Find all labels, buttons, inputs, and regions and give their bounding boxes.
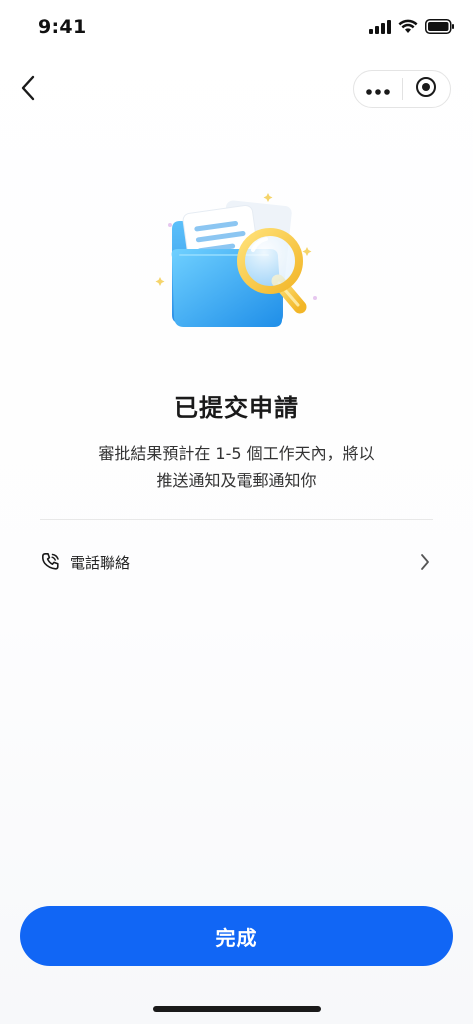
battery-icon <box>425 18 455 38</box>
status-icons <box>369 18 455 38</box>
target-circle-icon <box>415 76 437 102</box>
mini-program-capsule <box>353 70 451 108</box>
description-line-2: 推送通知及電郵通知你 <box>156 471 317 490</box>
back-button[interactable] <box>12 72 44 108</box>
more-dots-icon <box>365 80 390 99</box>
home-indicator <box>153 1006 321 1012</box>
status-bar: 9:41 <box>0 0 473 56</box>
chevron-right-icon <box>417 551 433 573</box>
nav-bar <box>0 62 473 118</box>
phone-icon <box>40 551 62 573</box>
folder-magnifier-illustration <box>150 185 325 340</box>
page-title: 已提交申請 <box>174 394 299 422</box>
status-time: 9:41 <box>38 16 87 38</box>
page: 9:41 已提交申請 審批結果預計在 1-5 個工作天內，將以 推送通知及電郵通… <box>0 0 473 1024</box>
status-description: 審批結果預計在 1-5 個工作天內，將以 推送通知及電郵通知你 <box>60 440 413 494</box>
cellular-signal-icon <box>369 19 391 38</box>
section-divider <box>40 519 433 520</box>
chevron-left-icon <box>20 75 36 105</box>
phone-contact-row[interactable]: 電話聯絡 <box>40 540 433 584</box>
more-button[interactable] <box>354 71 402 107</box>
close-button[interactable] <box>402 71 450 107</box>
phone-contact-label: 電話聯絡 <box>70 553 131 572</box>
done-button[interactable]: 完成 <box>20 906 453 966</box>
description-line-1: 審批結果預計在 1-5 個工作天內，將以 <box>98 444 375 463</box>
wifi-icon <box>398 19 418 38</box>
